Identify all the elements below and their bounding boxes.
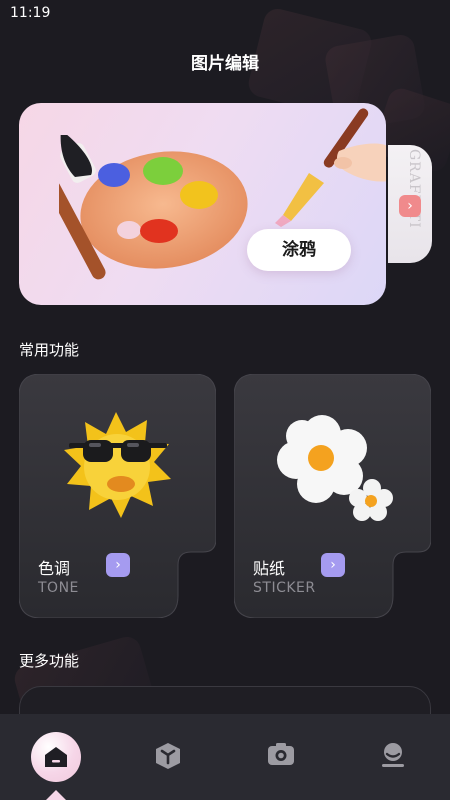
sticker-card[interactable]: 贴纸 › STICKER [234,374,431,618]
graffiti-button[interactable]: 涂鸦 [247,229,351,271]
status-bar: 11:19 [0,0,450,28]
paint-palette-icon [59,135,248,280]
tab-profile[interactable] [353,714,433,800]
tab-explore[interactable] [128,714,208,800]
flower-icon [277,415,393,521]
page-title: 图片编辑 [191,54,259,74]
sticker-card-title: 贴纸 [253,559,286,578]
camera-icon [268,743,294,765]
banner-next-card[interactable]: GRAFFITI › [388,145,432,263]
chevron-right-icon[interactable]: › [106,553,130,577]
tab-home[interactable] [0,714,81,800]
bottom-tab-bar [0,714,450,800]
profile-icon [382,743,404,767]
cube-icon [156,743,180,769]
tone-card-subtitle: TONE [38,580,79,596]
section-title-common: 常用功能 [19,341,80,359]
section-title-more: 更多功能 [19,652,80,670]
tone-card-title: 色调 [38,559,71,578]
hand-brush-icon [275,108,386,227]
status-time: 11:19 [10,5,51,21]
sticker-card-subtitle: STICKER [253,580,316,596]
tab-camera[interactable] [241,714,321,800]
home-icon [45,747,67,767]
graffiti-banner[interactable]: 涂鸦 [19,103,386,305]
sun-sunglasses-icon [64,412,171,518]
tab-active-indicator [46,790,66,800]
chevron-right-icon: › [399,195,421,217]
tone-card[interactable]: 色调 › TONE [19,374,216,618]
chevron-right-icon[interactable]: › [321,553,345,577]
